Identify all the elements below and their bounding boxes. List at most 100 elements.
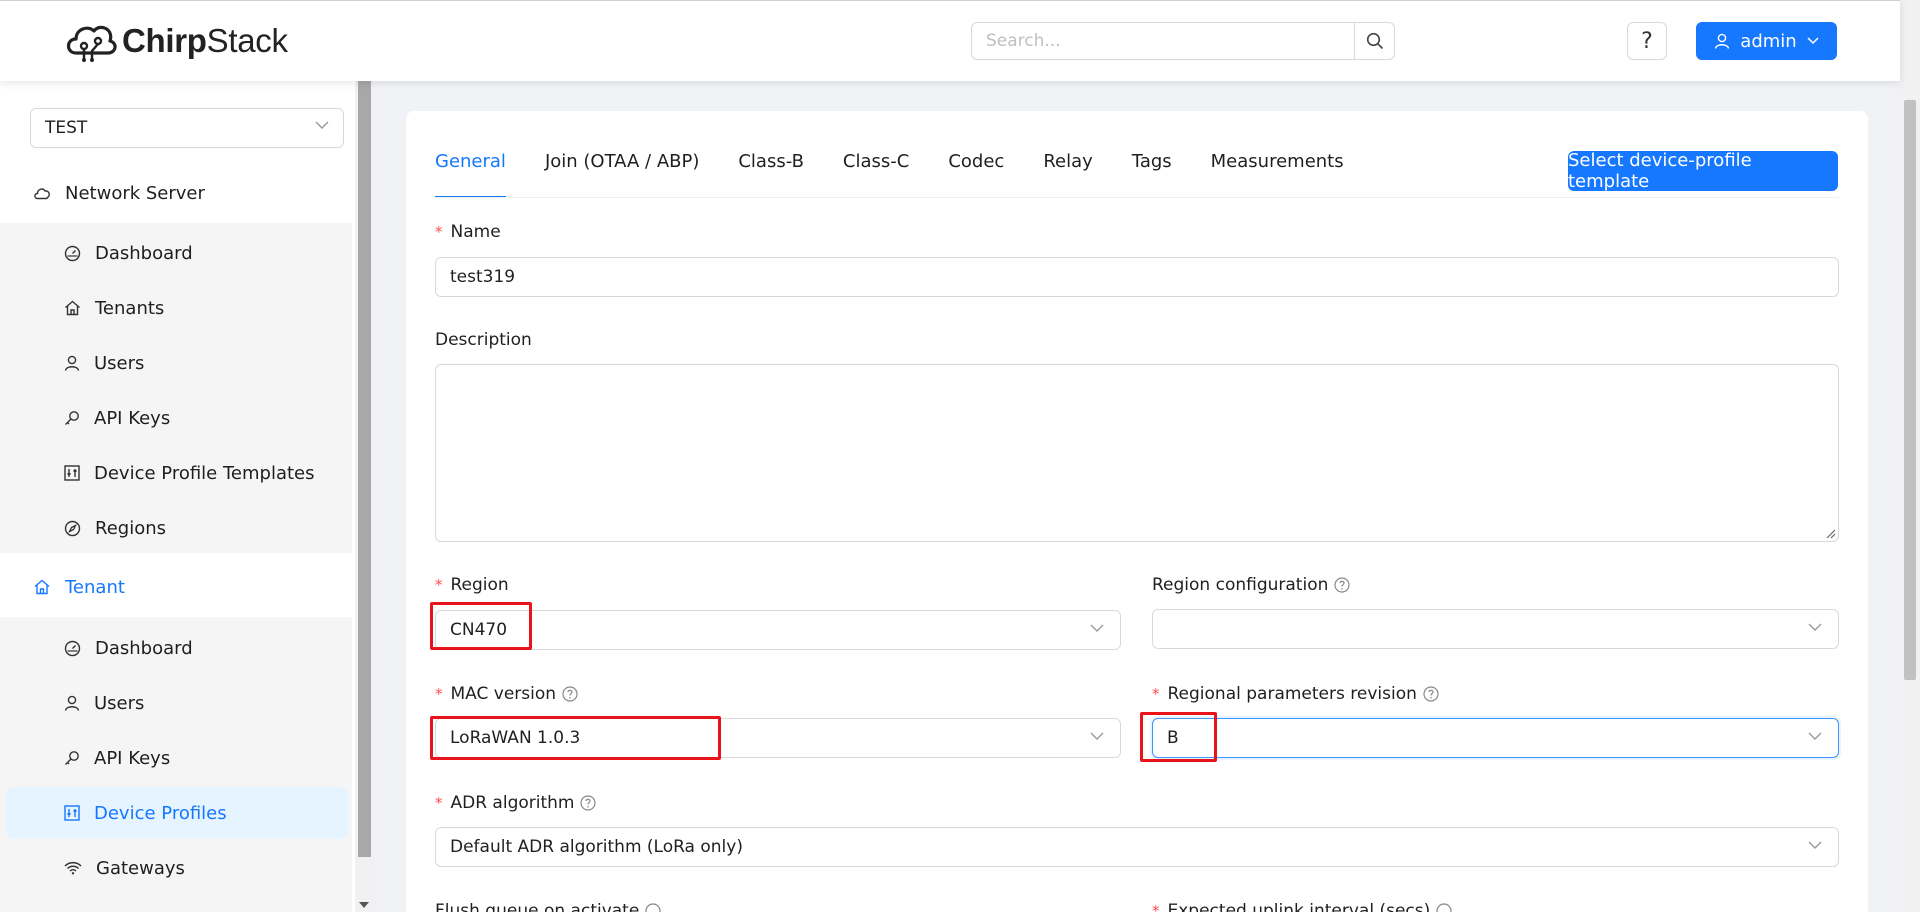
cloud-icon [34, 188, 50, 200]
menu-group-tenant[interactable]: Tenant [0, 557, 355, 617]
dashboard-icon [64, 640, 81, 656]
required-marker: * [435, 794, 443, 812]
mac-version-select[interactable]: LoRaWAN 1.0.3 [435, 718, 1121, 758]
regional-parameters-revision-label: * Regional parameters revision [1152, 684, 1439, 704]
sidebar-item-label: Tenants [95, 297, 165, 319]
user-name: admin [1740, 30, 1797, 52]
region-label: * Region [435, 575, 509, 595]
regional-parameters-revision-value: B [1167, 728, 1179, 748]
region-value: CN470 [450, 620, 508, 640]
user-icon [64, 695, 80, 711]
adr-algorithm-label: * ADR algorithm [435, 793, 597, 813]
sidebar-scrollbar-thumb[interactable] [358, 81, 371, 857]
sidebar-item-tenants[interactable]: Tenants [6, 282, 348, 334]
menu-group-network-server[interactable]: Network Server [0, 163, 355, 223]
chirpstack-logo-icon [66, 25, 117, 62]
sidebar-item-tenant-dashboard[interactable]: Dashboard [6, 622, 348, 674]
name-label: * Name [435, 222, 501, 242]
menu-group-label: Network Server [65, 182, 205, 204]
help-circle-icon[interactable] [562, 686, 578, 702]
description-textarea[interactable] [435, 364, 1839, 542]
tab-class-b[interactable]: Class-B [738, 151, 804, 199]
expected-uplink-interval-label: * Expected uplink interval (secs) [1152, 901, 1452, 912]
sidebar-item-tenant-api-keys[interactable]: API Keys [6, 732, 348, 784]
sidebar-item-ns-api-keys[interactable]: API Keys [6, 392, 348, 444]
help-circle-icon[interactable] [1334, 577, 1350, 593]
page-scrollbar-thumb[interactable] [1904, 100, 1916, 680]
region-select[interactable]: CN470 [435, 610, 1121, 650]
search-input[interactable] [972, 23, 1354, 59]
help-circle-icon[interactable] [580, 795, 597, 811]
tab-relay[interactable]: Relay [1043, 151, 1092, 199]
tab-measurements[interactable]: Measurements [1211, 151, 1344, 199]
chevron-down-icon [1808, 841, 1822, 849]
help-circle-icon[interactable] [645, 903, 661, 912]
label-text: Region configuration [1152, 575, 1329, 595]
sidebar-item-device-profiles[interactable]: Device Profiles [6, 787, 348, 839]
tenant-select-value: TEST [45, 118, 88, 138]
sidebar-item-tenant-users[interactable]: Users [6, 677, 348, 729]
regional-parameters-revision-select[interactable]: B [1152, 718, 1839, 758]
help-button[interactable]: ? [1627, 22, 1667, 60]
label-text: Description [435, 330, 532, 350]
page-scrollbar[interactable] [1900, 0, 1920, 912]
user-icon [1715, 33, 1730, 49]
user-menu-button[interactable]: admin [1696, 22, 1837, 60]
wifi-icon [64, 861, 82, 875]
brand-name: ChirpStack [122, 22, 288, 59]
adr-algorithm-select[interactable]: Default ADR algorithm (LoRa only) [435, 827, 1839, 867]
mac-version-label: * MAC version [435, 684, 578, 704]
name-value: test319 [450, 267, 516, 287]
key-icon [65, 411, 79, 425]
tenant-select[interactable]: TEST [30, 108, 344, 148]
resize-handle-icon[interactable] [1826, 529, 1836, 539]
compass-icon [64, 520, 81, 536]
sidebar-item-gateways[interactable]: Gateways [6, 842, 348, 894]
help-circle-icon[interactable] [1436, 903, 1452, 912]
sidebar-item-regions[interactable]: Regions [6, 502, 348, 554]
search-box [971, 22, 1395, 60]
tab-codec[interactable]: Codec [948, 151, 1004, 199]
label-text: Flush queue on activate [435, 901, 640, 912]
help-icon: ? [1641, 28, 1653, 54]
required-marker: * [1152, 902, 1160, 912]
menu-group-label: Tenant [65, 576, 125, 598]
chevron-down-icon [1808, 623, 1822, 631]
tab-general[interactable]: General [435, 151, 506, 199]
select-device-profile-template-button[interactable]: Select device-profile template [1568, 150, 1838, 192]
sidebar-item-label: Dashboard [95, 242, 193, 264]
sidebar-scrollbar[interactable] [355, 81, 374, 912]
sidebar-item-device-profile-templates[interactable]: Device Profile Templates [6, 447, 348, 499]
tabs-divider [435, 197, 1839, 198]
label-text: Expected uplink interval (secs) [1167, 901, 1431, 912]
top-header: ChirpStack ? admin [0, 0, 1900, 81]
required-marker: * [435, 685, 443, 703]
required-marker: * [1152, 685, 1160, 703]
tab-tags[interactable]: Tags [1132, 151, 1172, 199]
home-icon [65, 300, 80, 316]
sidebar-item-label: Users [94, 352, 145, 374]
tab-join[interactable]: Join (OTAA / ABP) [545, 151, 699, 199]
sidebar-item-label: Regions [95, 517, 166, 539]
chevron-down-icon [1090, 732, 1104, 740]
chevron-down-icon [315, 121, 329, 129]
region-configuration-select[interactable] [1152, 609, 1839, 649]
chevron-down-icon [1090, 624, 1104, 632]
sidebar-item-ns-users[interactable]: Users [6, 337, 348, 389]
sidebar-item-ns-dashboard[interactable]: Dashboard [6, 227, 348, 279]
help-circle-icon[interactable] [1423, 686, 1439, 702]
scroll-down-arrow-icon[interactable] [359, 902, 369, 908]
chevron-down-icon [1807, 37, 1819, 45]
search-button[interactable] [1354, 23, 1394, 59]
tab-class-c[interactable]: Class-C [843, 151, 909, 199]
sidebar-item-label: Device Profile Templates [94, 462, 315, 484]
tab-bar: General Join (OTAA / ABP) Class-B Class-… [435, 151, 1383, 199]
label-text: Name [450, 222, 501, 242]
chirpstack-logo[interactable]: ChirpStack [62, 19, 288, 63]
sidebar-item-label: Dashboard [95, 637, 193, 659]
controls-icon [64, 805, 80, 821]
sidebar-item-label: Users [94, 692, 145, 714]
label-text: MAC version [450, 684, 557, 704]
sidebar-item-label: Device Profiles [94, 802, 227, 824]
name-input[interactable]: test319 [435, 257, 1839, 297]
